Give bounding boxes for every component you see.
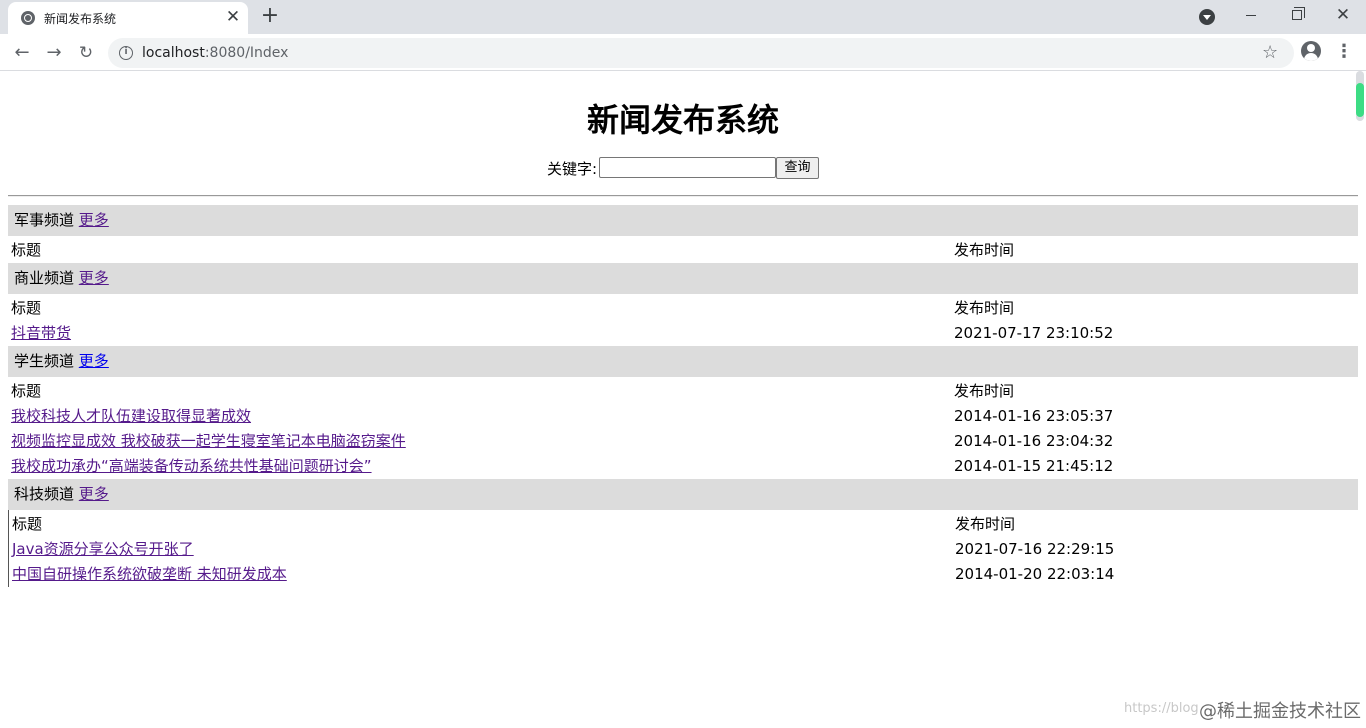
more-link[interactable]: 更多 — [79, 211, 109, 229]
news-title-link[interactable]: 中国自研操作系统欲破垄断 未知研发成本 — [12, 562, 287, 587]
news-row: Java资源分享公众号开张了 2021-07-16 22:29:15 — [9, 537, 1358, 562]
minimize-button[interactable] — [1228, 0, 1274, 30]
channel-header: 商业频道 更多 — [8, 263, 1358, 294]
news-title-link[interactable]: 我校成功承办“高端装备传动系统共性基础问题研讨会” — [11, 454, 372, 479]
news-title-link[interactable]: Java资源分享公众号开张了 — [12, 537, 194, 562]
page-viewport: 新闻发布系统 关键字: 查询 军事频道 更多 标题 发布时间 商业频道 更多 标… — [0, 71, 1366, 728]
news-time: 2014-01-20 22:03:14 — [955, 565, 1115, 583]
title-column-header: 标题 — [12, 515, 43, 533]
info-icon[interactable]: i — [119, 46, 133, 60]
tab-search-icon[interactable] — [1199, 9, 1215, 25]
scrollbar[interactable] — [1354, 71, 1366, 728]
title-column-header: 标题 — [11, 241, 42, 259]
new-tab-button[interactable]: + — [258, 5, 282, 29]
tab-strip: 新闻发布系统 ✕ + ✕ — [0, 0, 1366, 34]
watermark-url: https://blog — [1124, 701, 1199, 716]
channel-name: 军事频道 — [14, 211, 75, 229]
time-column-header: 发布时间 — [954, 382, 1015, 400]
news-row: 抖音带货 2021-07-17 23:10:52 — [8, 321, 1358, 346]
browser-toolbar: ← → ↻ i localhost:8080/Index ☆ — [0, 34, 1366, 71]
channel-header: 学生频道 更多 — [8, 346, 1358, 377]
divider — [8, 195, 1358, 197]
title-column-header: 标题 — [11, 299, 42, 317]
channel-list: 军事频道 更多 标题 发布时间 商业频道 更多 标题 发布时间 抖音带货 202… — [8, 205, 1358, 587]
news-title-link[interactable]: 视频监控显成效 我校破获一起学生寝室笔记本电脑盗窃案件 — [11, 429, 406, 454]
column-header-row: 标题 发布时间 — [8, 236, 1358, 263]
news-time: 2014-01-16 23:05:37 — [954, 407, 1114, 425]
reload-icon[interactable]: ↻ — [73, 40, 99, 66]
scrollbar-thumb[interactable] — [1356, 71, 1364, 121]
arrow-left-icon[interactable]: ← — [9, 40, 35, 66]
browser-tab[interactable]: 新闻发布系统 ✕ — [8, 2, 248, 34]
watermark-brand: @稀土掘金技术社区 — [1199, 701, 1361, 722]
time-column-header: 发布时间 — [954, 241, 1015, 259]
page-title: 新闻发布系统 — [586, 101, 779, 139]
news-row: 视频监控显成效 我校破获一起学生寝室笔记本电脑盗窃案件 2014-01-16 2… — [8, 429, 1358, 454]
star-icon[interactable]: ☆ — [1262, 42, 1278, 63]
column-header-row: 标题 发布时间 — [8, 377, 1358, 404]
more-link[interactable]: 更多 — [79, 269, 109, 287]
news-title-link[interactable]: 抖音带货 — [11, 321, 71, 346]
url-text[interactable]: localhost:8080/Index — [142, 45, 288, 61]
channel-name: 学生频道 — [14, 352, 75, 370]
column-header-row: 标题 发布时间 — [9, 510, 1358, 537]
arrow-right-icon[interactable]: → — [41, 40, 67, 66]
url-host: localhost — [142, 45, 205, 61]
news-time: 2014-01-16 23:04:32 — [954, 432, 1114, 450]
tab-title: 新闻发布系统 — [44, 12, 117, 26]
more-link[interactable]: 更多 — [79, 352, 109, 370]
news-time: 2014-01-15 21:45:12 — [954, 457, 1114, 475]
channel-name: 商业频道 — [14, 269, 75, 287]
channel-header: 科技频道 更多 — [8, 479, 1358, 510]
channel-name: 科技频道 — [14, 485, 75, 503]
news-time: 2021-07-17 23:10:52 — [954, 324, 1114, 342]
channel-table: 标题 发布时间 Java资源分享公众号开张了 2021-07-16 22:29:… — [8, 510, 1358, 587]
address-bar[interactable]: i localhost:8080/Index ☆ — [108, 38, 1294, 68]
close-tab-icon[interactable]: ✕ — [224, 8, 242, 26]
title-column-header: 标题 — [11, 382, 42, 400]
news-row: 我校成功承办“高端装备传动系统共性基础问题研讨会” 2014-01-15 21:… — [8, 454, 1358, 479]
time-column-header: 发布时间 — [954, 299, 1015, 317]
globe-icon — [21, 11, 35, 25]
news-row: 中国自研操作系统欲破垄断 未知研发成本 2014-01-20 22:03:14 — [9, 562, 1358, 587]
news-time: 2021-07-16 22:29:15 — [955, 540, 1115, 558]
search-input[interactable] — [599, 157, 776, 178]
close-window-button[interactable]: ✕ — [1320, 0, 1366, 30]
kebab-icon[interactable]: ⋮ — [1335, 40, 1353, 64]
column-header-row: 标题 发布时间 — [8, 294, 1358, 321]
url-path: :8080/Index — [204, 45, 289, 61]
time-column-header: 发布时间 — [955, 515, 1016, 533]
restore-button[interactable] — [1274, 0, 1320, 30]
news-title-link[interactable]: 我校科技人才队伍建设取得显著成效 — [11, 404, 251, 429]
news-row: 我校科技人才队伍建设取得显著成效 2014-01-16 23:05:37 — [8, 404, 1358, 429]
search-button[interactable]: 查询 — [776, 157, 819, 179]
channel-header: 军事频道 更多 — [8, 205, 1358, 236]
avatar-icon[interactable] — [1301, 41, 1321, 61]
search-label: 关键字: — [547, 160, 598, 178]
more-link[interactable]: 更多 — [79, 485, 109, 503]
